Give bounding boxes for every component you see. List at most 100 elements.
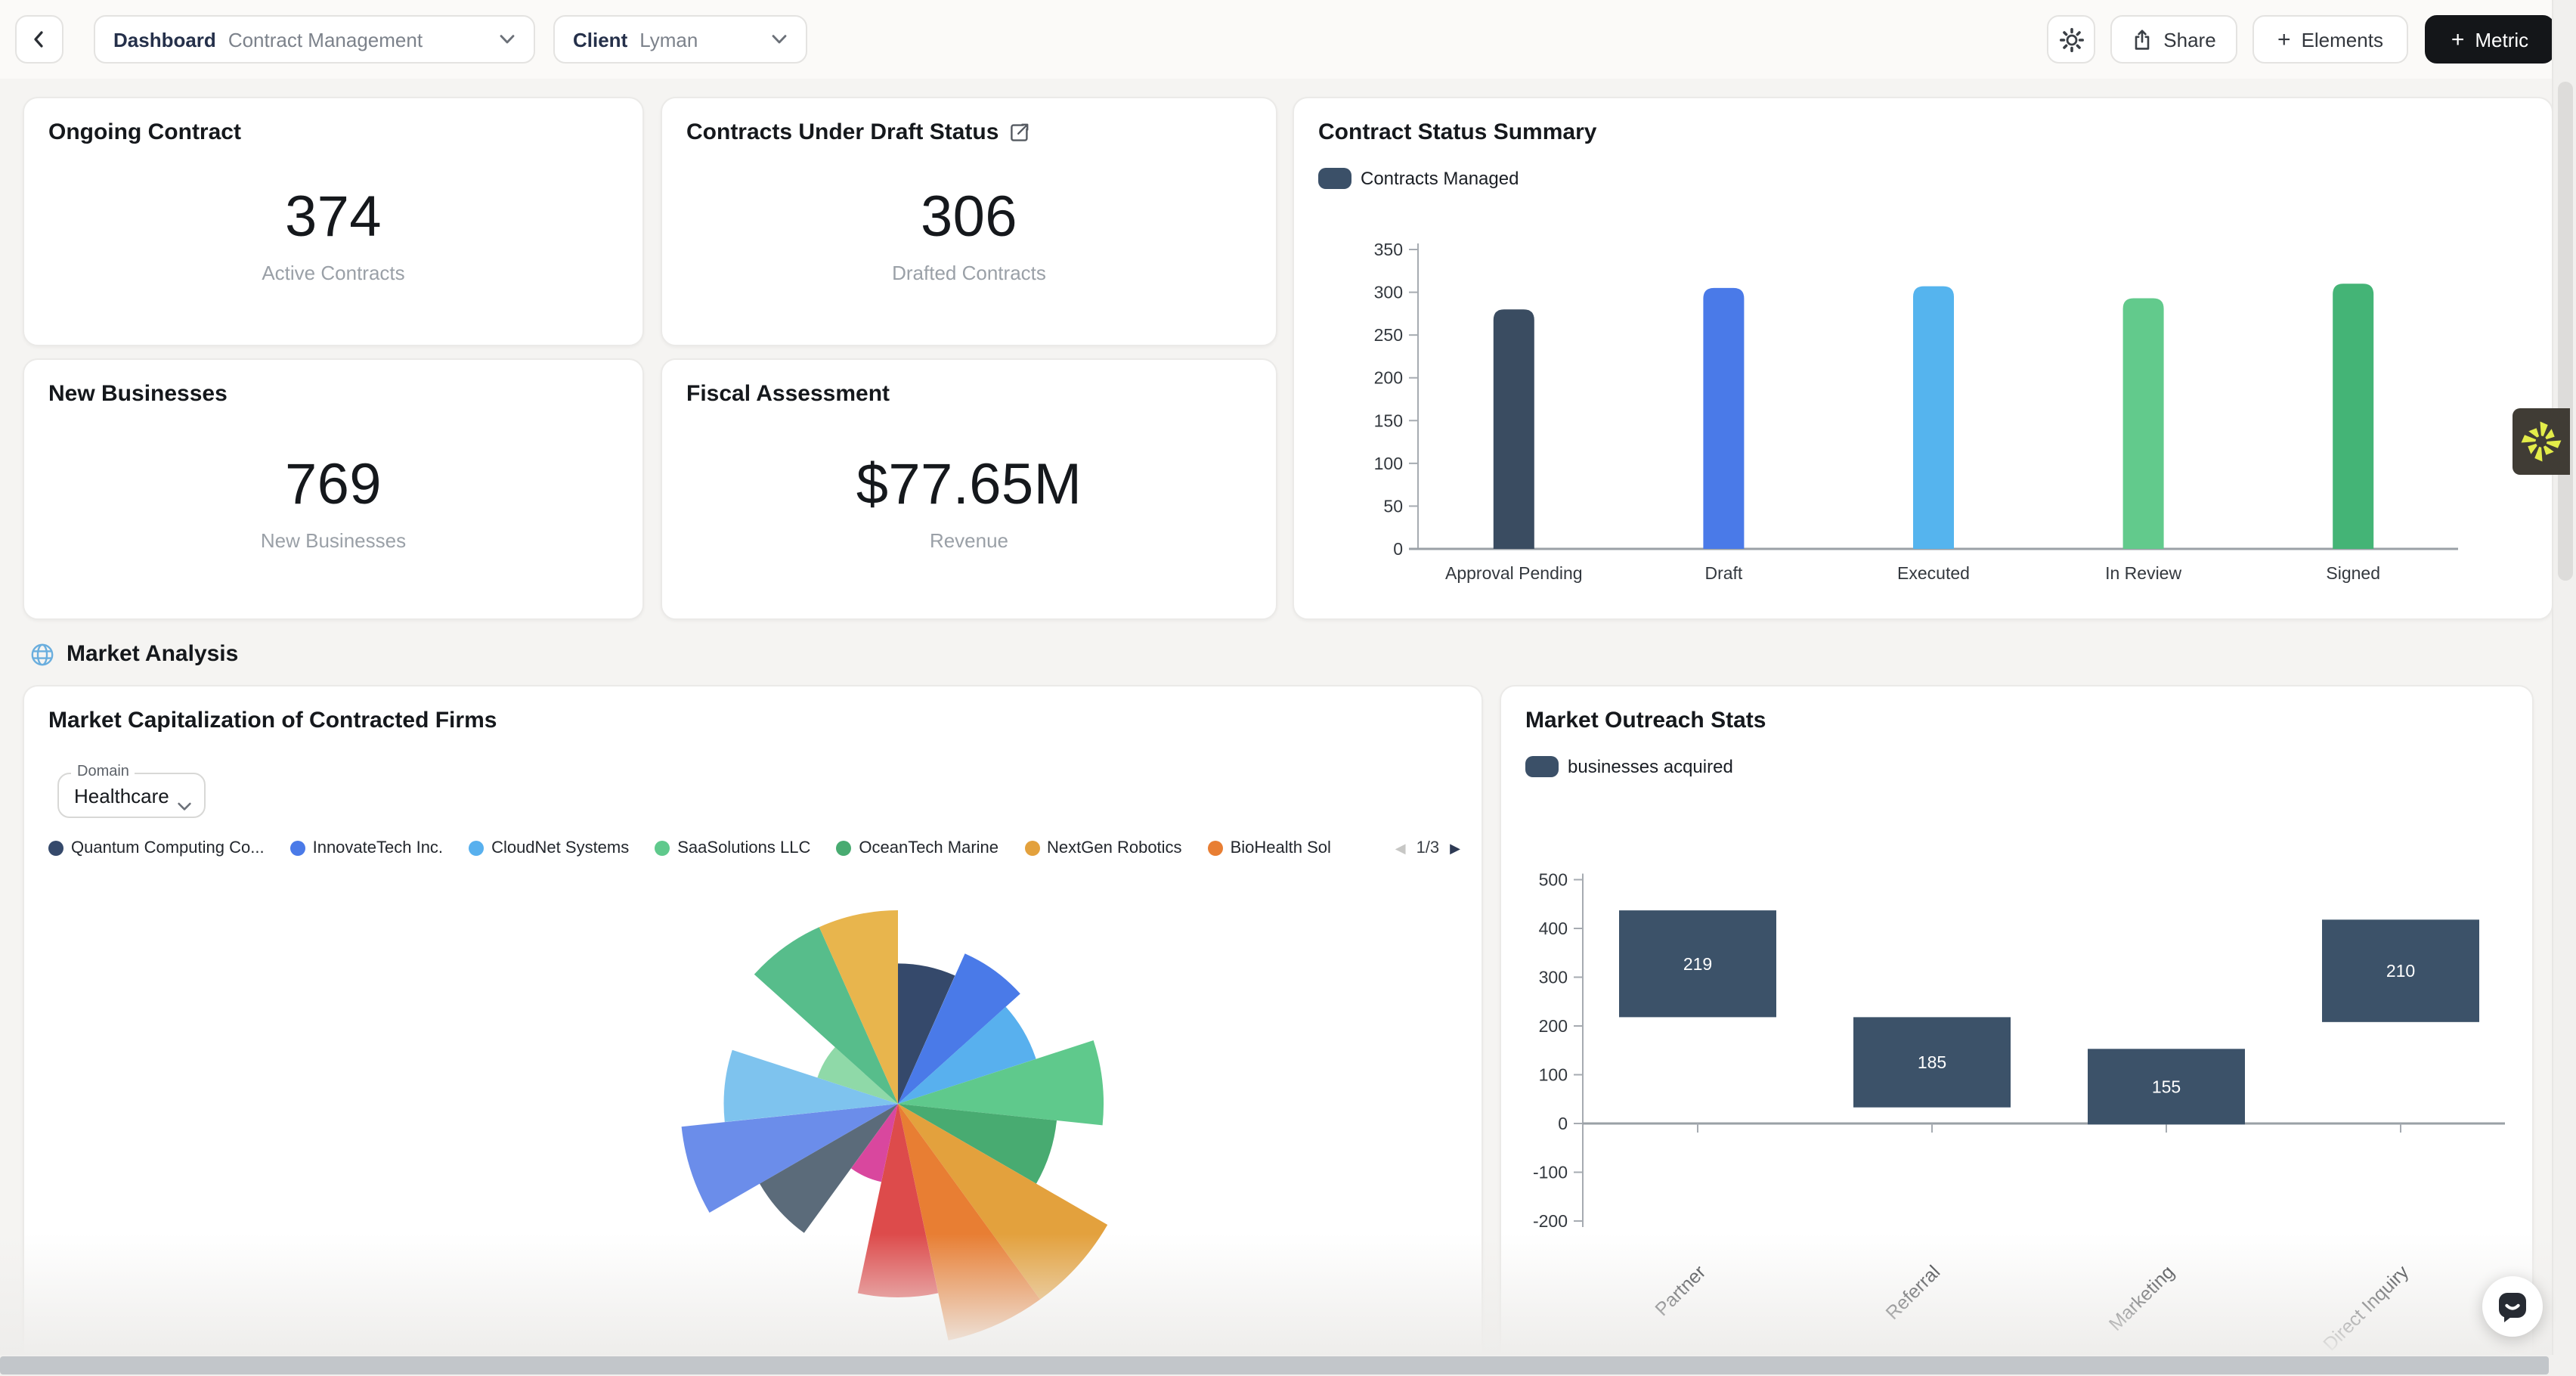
svg-text:In Review: In Review bbox=[2105, 563, 2181, 583]
back-button[interactable] bbox=[15, 15, 63, 64]
market-outreach-card: Market Outreach Stats businesses acquire… bbox=[1500, 685, 2534, 1376]
contract-status-bar-chart[interactable]: 050100150200250300350Approval PendingDra… bbox=[1309, 237, 2540, 606]
svg-text:200: 200 bbox=[1374, 368, 1403, 388]
market-analysis-title: Market Analysis bbox=[67, 641, 238, 667]
client-selector-value: Lyman bbox=[639, 28, 698, 51]
bar-In Review bbox=[2123, 298, 2164, 549]
share-button[interactable]: Share bbox=[2110, 15, 2237, 64]
globe-icon bbox=[30, 642, 54, 666]
businesses-acquired-legend[interactable]: businesses acquired bbox=[1525, 756, 1733, 777]
plus-icon: + bbox=[2277, 28, 2291, 51]
metric-button-label: Metric bbox=[2475, 28, 2528, 51]
chevron-down-icon bbox=[756, 33, 788, 45]
vertical-scrollbar-thumb[interactable] bbox=[2558, 82, 2573, 581]
svg-text:Signed: Signed bbox=[2326, 563, 2380, 583]
kpi-value: $77.65M bbox=[662, 454, 1276, 519]
legend-dot bbox=[290, 841, 305, 856]
dashboard-selector[interactable]: Dashboard Contract Management bbox=[94, 15, 535, 64]
legend-label: InnovateTech Inc. bbox=[313, 839, 443, 857]
svg-text:Referral: Referral bbox=[1882, 1261, 1945, 1324]
pinwheel-asterisk-icon bbox=[2519, 419, 2564, 464]
kpi-card-ongoing-contract: Ongoing Contract 374 Active Contracts bbox=[23, 97, 644, 346]
svg-text:250: 250 bbox=[1374, 325, 1403, 345]
horizontal-scrollbar-thumb[interactable] bbox=[0, 1356, 2549, 1374]
elements-button[interactable]: + Elements bbox=[2252, 15, 2408, 64]
svg-text:155: 155 bbox=[2152, 1077, 2181, 1096]
assistant-widget-button[interactable] bbox=[2513, 408, 2570, 475]
client-selector[interactable]: Client Lyman bbox=[553, 15, 807, 64]
legend-label: Quantum Computing Co... bbox=[71, 839, 265, 857]
svg-text:Draft: Draft bbox=[1704, 563, 1742, 583]
dashboard-page: Dashboard Contract Management Client Lym… bbox=[0, 0, 2576, 1376]
svg-text:100: 100 bbox=[1374, 454, 1403, 473]
vertical-scrollbar[interactable] bbox=[2552, 0, 2576, 1355]
kpi-card-fiscal-assessment: Fiscal Assessment $77.65M Revenue bbox=[661, 358, 1277, 620]
bar-Approval Pending bbox=[1494, 309, 1534, 549]
legend-dot bbox=[48, 841, 63, 856]
settings-button[interactable] bbox=[2047, 15, 2095, 64]
domain-select-value: Healthcare bbox=[74, 785, 169, 807]
kpi-card-title: New Businesses bbox=[48, 381, 228, 407]
market-cap-rose-chart[interactable] bbox=[568, 838, 1234, 1376]
chat-bubble-icon bbox=[2494, 1288, 2531, 1325]
svg-text:Partner: Partner bbox=[1651, 1261, 1710, 1320]
metric-button[interactable]: + Metric bbox=[2425, 15, 2555, 64]
dashboard-selector-value: Contract Management bbox=[228, 28, 423, 51]
market-outreach-waterfall-chart[interactable]: -200-1000100200300400500219Partner185Ref… bbox=[1516, 817, 2520, 1376]
svg-text:Approval Pending: Approval Pending bbox=[1445, 563, 1583, 583]
kpi-subtitle: New Businesses bbox=[24, 529, 642, 552]
kpi-subtitle: Revenue bbox=[662, 529, 1276, 552]
svg-text:Executed: Executed bbox=[1897, 563, 1970, 583]
svg-text:50: 50 bbox=[1383, 496, 1403, 516]
bar-Signed bbox=[2333, 284, 2373, 549]
kpi-subtitle: Active Contracts bbox=[24, 262, 642, 284]
svg-text:210: 210 bbox=[2386, 961, 2415, 981]
toolbar: Dashboard Contract Management Client Lym… bbox=[0, 0, 2576, 79]
svg-text:0: 0 bbox=[1558, 1114, 1568, 1133]
contracts-managed-legend[interactable]: Contracts Managed bbox=[1318, 168, 1519, 189]
chevron-left-icon bbox=[29, 29, 50, 50]
svg-text:300: 300 bbox=[1374, 283, 1403, 302]
domain-select-label: Domain bbox=[71, 764, 135, 780]
kpi-card-title: Contracts Under Draft Status bbox=[686, 119, 999, 145]
kpi-subtitle: Drafted Contracts bbox=[662, 262, 1276, 284]
kpi-value: 769 bbox=[24, 454, 642, 519]
external-link-icon[interactable] bbox=[1009, 122, 1029, 142]
market-capitalization-card: Market Capitalization of Contracted Firm… bbox=[23, 685, 1483, 1376]
contracts-managed-label: Contracts Managed bbox=[1361, 168, 1519, 189]
horizontal-scrollbar[interactable] bbox=[0, 1355, 2576, 1376]
svg-text:185: 185 bbox=[1918, 1052, 1946, 1072]
kpi-card-title: Ongoing Contract bbox=[48, 119, 241, 145]
bar-Draft bbox=[1703, 288, 1744, 549]
legend-label: BioHealth Sol bbox=[1231, 839, 1331, 857]
contracts-managed-chip bbox=[1318, 168, 1351, 189]
legend-prev-icon[interactable]: ◀ bbox=[1395, 841, 1406, 855]
legend-pager: ◀ 1/3 ▶ bbox=[1395, 839, 1460, 857]
svg-text:Marketing: Marketing bbox=[2105, 1261, 2178, 1334]
kpi-value: 306 bbox=[662, 186, 1276, 251]
kpi-card-title: Fiscal Assessment bbox=[686, 381, 890, 407]
svg-text:219: 219 bbox=[1683, 954, 1712, 974]
market-analysis-section-header: Market Analysis bbox=[30, 641, 238, 667]
businesses-acquired-label: businesses acquired bbox=[1568, 756, 1733, 777]
kpi-card-new-businesses: New Businesses 769 New Businesses bbox=[23, 358, 644, 620]
chart-title: Contract Status Summary bbox=[1318, 119, 1596, 145]
share-icon bbox=[2132, 28, 2153, 51]
chart-title: Market Capitalization of Contracted Firm… bbox=[48, 708, 497, 733]
svg-text:100: 100 bbox=[1539, 1065, 1568, 1085]
svg-text:500: 500 bbox=[1539, 870, 1568, 890]
legend-page-indicator: 1/3 bbox=[1416, 839, 1440, 857]
legend-next-icon[interactable]: ▶ bbox=[1450, 841, 1460, 855]
svg-text:-200: -200 bbox=[1533, 1211, 1568, 1231]
gear-icon bbox=[2058, 26, 2084, 52]
svg-text:300: 300 bbox=[1539, 968, 1568, 987]
kpi-value: 374 bbox=[24, 186, 642, 251]
legend-item[interactable]: InnovateTech Inc. bbox=[290, 839, 443, 857]
svg-text:Direct Inquiry: Direct Inquiry bbox=[2319, 1261, 2413, 1355]
bar-Executed bbox=[1913, 287, 1954, 549]
svg-text:150: 150 bbox=[1374, 411, 1403, 430]
client-selector-label: Client bbox=[573, 28, 627, 51]
legend-item[interactable]: Quantum Computing Co... bbox=[48, 839, 265, 857]
chat-launcher-button[interactable] bbox=[2482, 1276, 2543, 1337]
domain-select[interactable]: Domain Healthcare bbox=[57, 773, 206, 818]
